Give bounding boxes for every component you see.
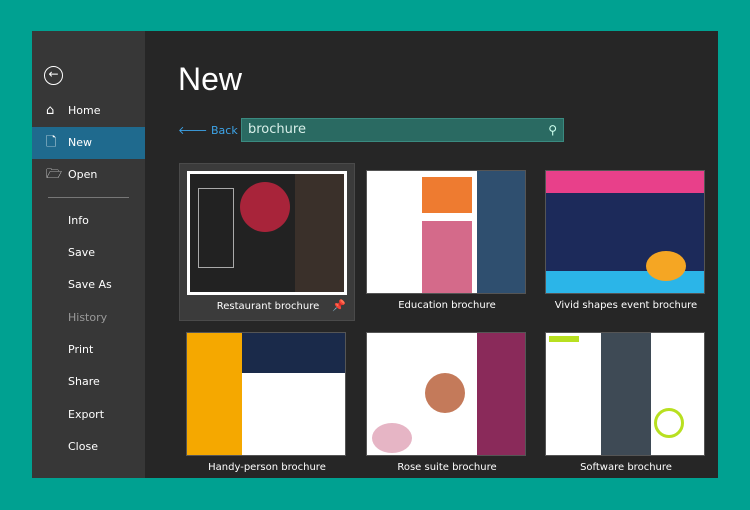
sidebar-item-print[interactable]: Print xyxy=(32,334,145,366)
template-thumbnail xyxy=(366,170,526,294)
sidebar-item-save-as[interactable]: Save As xyxy=(32,269,145,301)
divider xyxy=(48,197,129,198)
search-input[interactable]: brochure ⚲ xyxy=(241,118,564,142)
template-education-brochure[interactable]: Education brochure xyxy=(359,163,535,321)
back-arrow-icon[interactable]: ← xyxy=(44,66,63,85)
template-rose-suite-brochure[interactable]: Rose suite brochure xyxy=(359,325,535,478)
sidebar-item-history[interactable]: History xyxy=(32,302,145,334)
page-title: New xyxy=(178,61,243,97)
arrow-left-icon: 🡐 xyxy=(178,124,211,137)
template-vivid-shapes-event-brochure[interactable]: Vivid shapes event brochure xyxy=(538,163,714,321)
sidebar-item-close[interactable]: Close xyxy=(32,431,145,463)
template-thumbnail xyxy=(545,170,705,294)
template-thumbnail xyxy=(366,332,526,456)
sidebar-item-new[interactable]: 🗋 New xyxy=(32,127,145,159)
sidebar-item-share[interactable]: Share xyxy=(32,366,145,398)
pin-icon[interactable]: 📌 xyxy=(332,299,346,312)
sidebar-item-open[interactable]: 🗁 Open xyxy=(32,159,145,191)
template-restaurant-brochure[interactable]: Restaurant brochure 📌 xyxy=(179,163,355,321)
template-thumbnail xyxy=(186,332,346,456)
sidebar-item-home[interactable]: ⌂ Home xyxy=(32,95,145,127)
search-icon[interactable]: ⚲ xyxy=(548,119,557,141)
sidebar-item-export[interactable]: Export xyxy=(32,399,145,431)
template-handy-person-brochure[interactable]: Handy-person brochure xyxy=(179,325,355,478)
sidebar-item-save[interactable]: Save xyxy=(32,237,145,269)
new-document-icon: 🗋 xyxy=(46,135,57,150)
template-thumbnail xyxy=(187,171,347,295)
template-thumbnail xyxy=(545,332,705,456)
template-software-brochure[interactable]: Software brochure xyxy=(538,325,714,478)
back-link[interactable]: 🡐 Back xyxy=(178,123,238,137)
home-icon: ⌂ xyxy=(46,103,55,118)
sidebar: ← ⌂ Home 🗋 New 🗁 Open Info Save Save As His… xyxy=(32,31,145,478)
folder-open-icon: 🗁 xyxy=(46,167,63,182)
backstage-window: ← ⌂ Home 🗋 New 🗁 Open Info Save Save As His… xyxy=(32,31,718,478)
sidebar-item-info[interactable]: Info xyxy=(32,205,145,237)
